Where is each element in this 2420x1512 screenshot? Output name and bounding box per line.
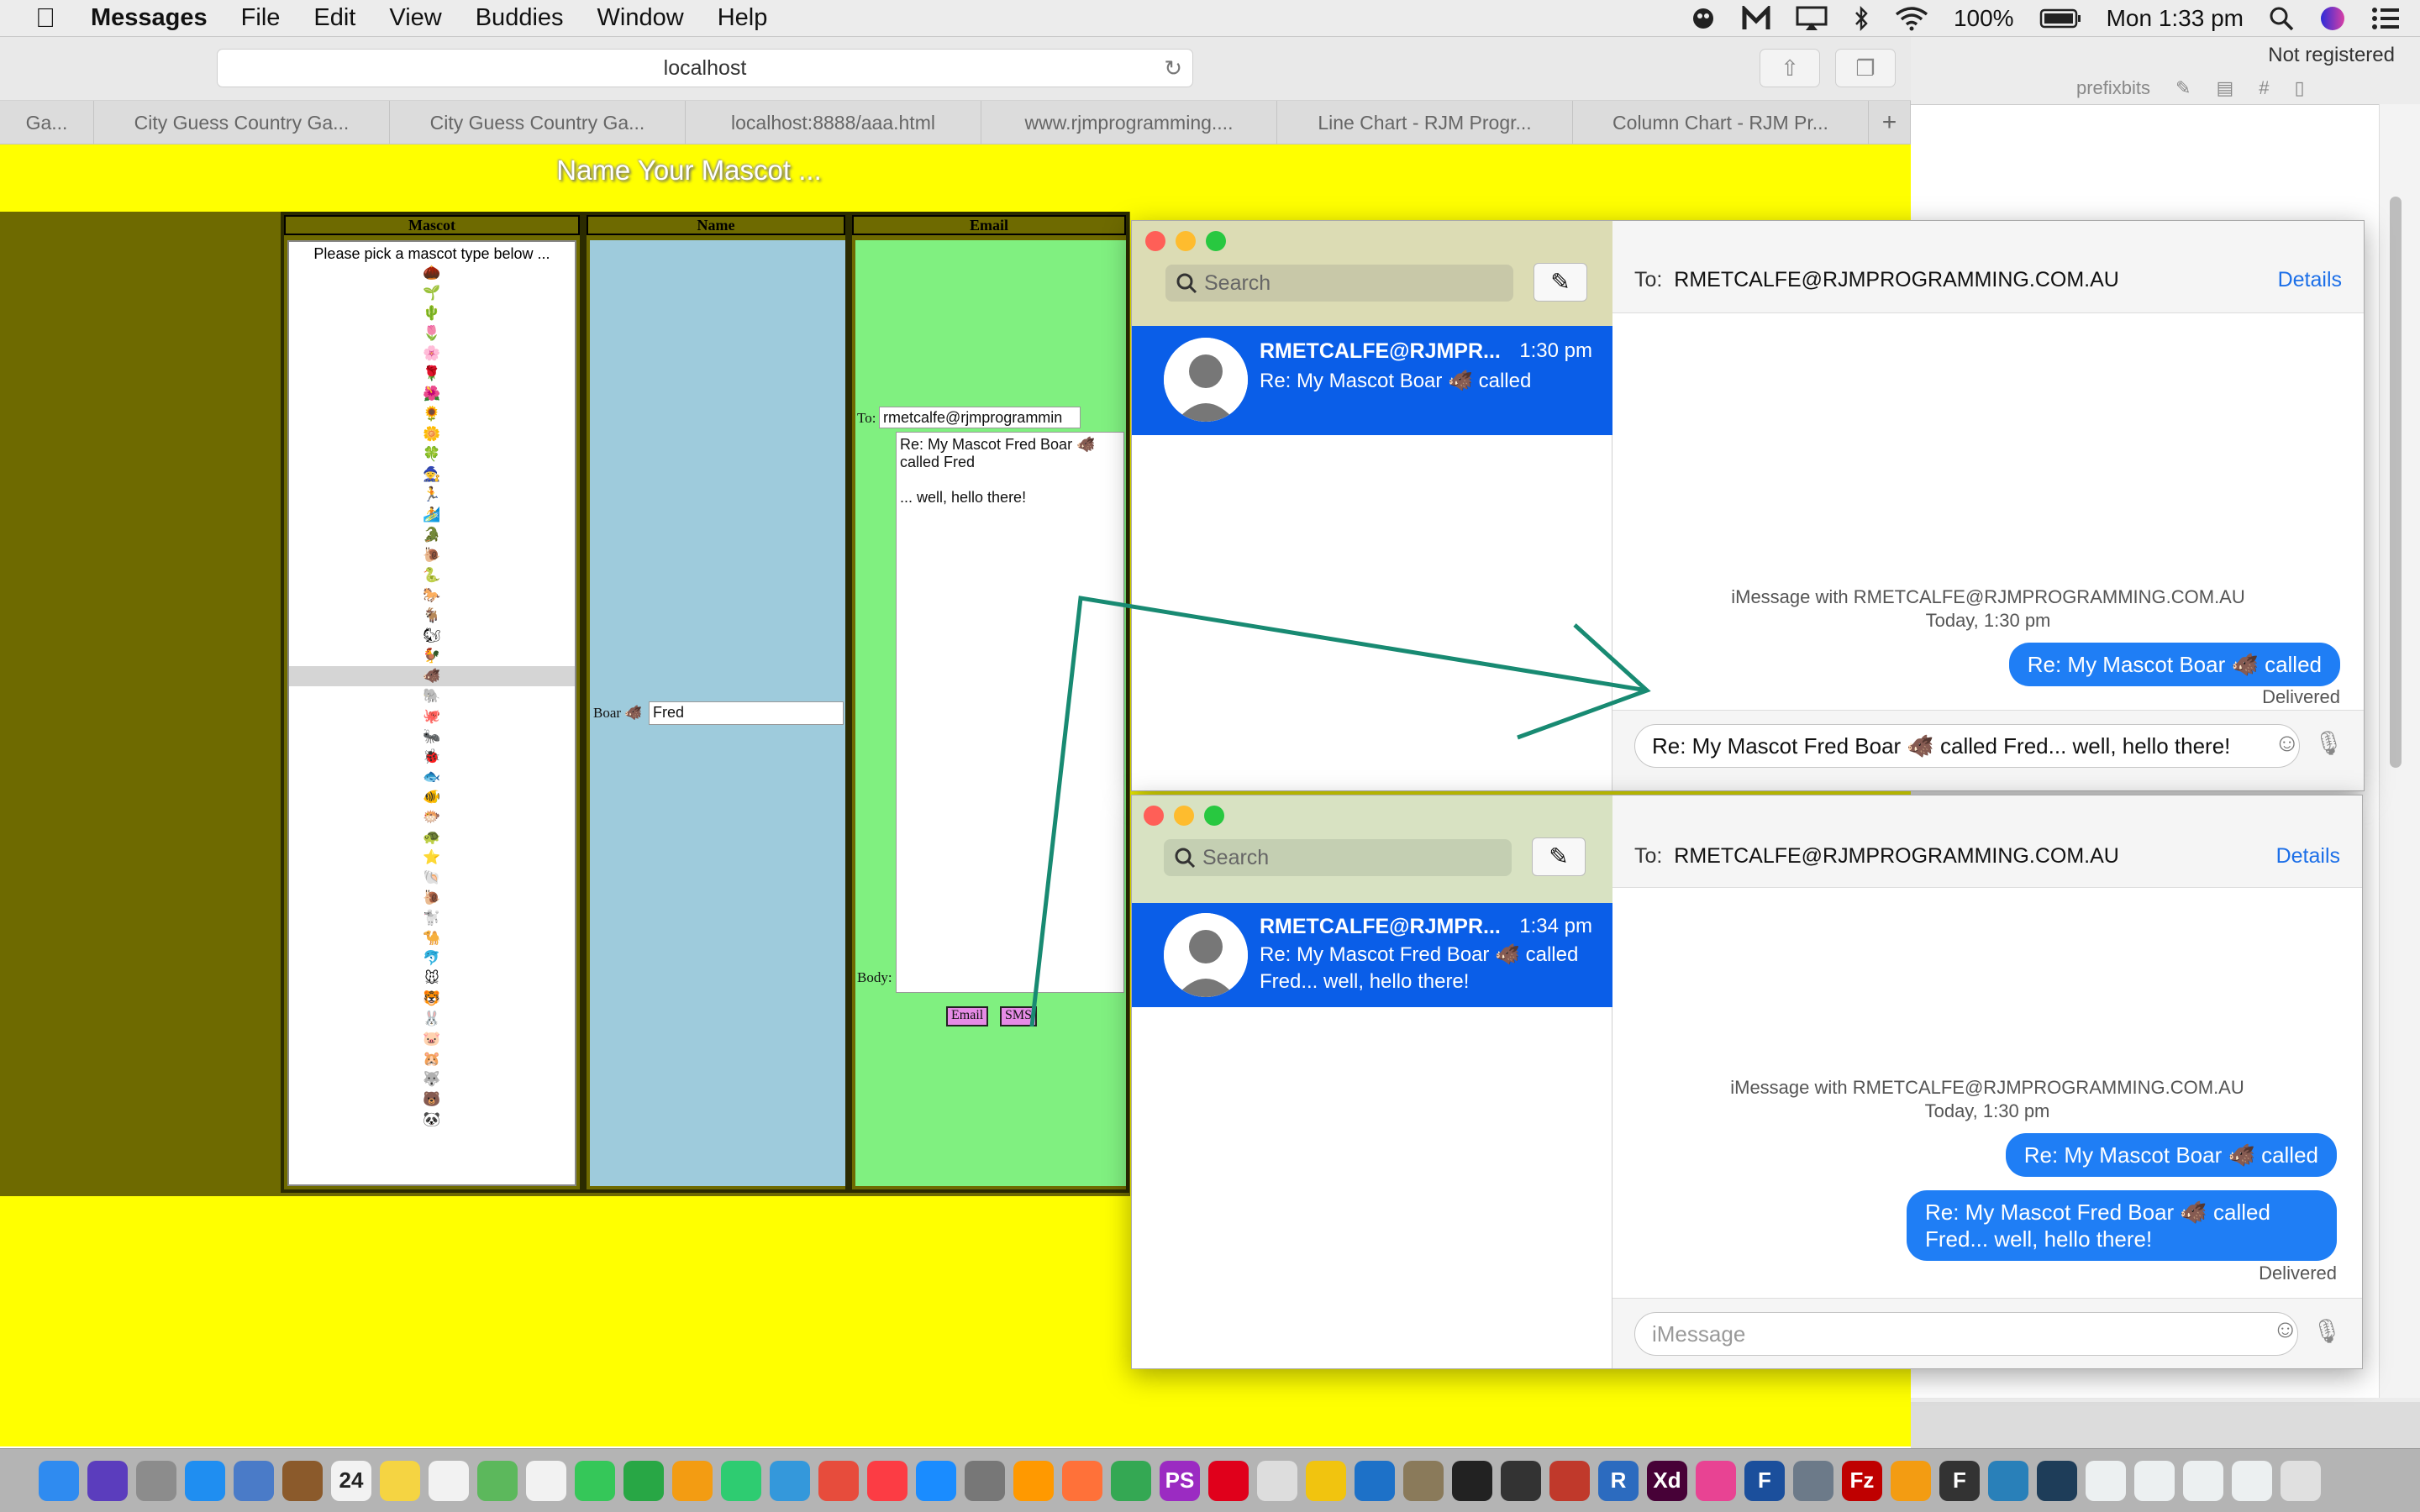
xcode-icon[interactable] — [1355, 1460, 1395, 1501]
folder-2-icon[interactable] — [2134, 1460, 2175, 1501]
book-icon[interactable] — [2037, 1460, 2077, 1501]
flash-icon[interactable]: F — [1744, 1460, 1785, 1501]
music-icon[interactable] — [867, 1460, 908, 1501]
safari-icon[interactable] — [185, 1460, 225, 1501]
inkscape-icon[interactable] — [1501, 1460, 1541, 1501]
system-preferences-icon[interactable] — [965, 1460, 1005, 1501]
launchpad-icon[interactable] — [136, 1460, 176, 1501]
notes-icon[interactable] — [380, 1460, 420, 1501]
filezilla-icon[interactable]: Fz — [1842, 1460, 1882, 1501]
reminders-icon[interactable] — [429, 1460, 469, 1501]
preview-icon[interactable] — [234, 1460, 274, 1501]
facetime-icon[interactable] — [623, 1460, 664, 1501]
server-icon[interactable] — [1793, 1460, 1833, 1501]
numbers-icon[interactable] — [721, 1460, 761, 1501]
folder-1-icon[interactable] — [2086, 1460, 2126, 1501]
finder-icon[interactable] — [39, 1460, 79, 1501]
terminal-icon[interactable] — [1452, 1460, 1492, 1501]
firefox-icon[interactable] — [1062, 1460, 1102, 1501]
quicktime-icon[interactable] — [1988, 1460, 2028, 1501]
font-app-icon[interactable]: F — [1939, 1460, 1980, 1501]
phpstorm-icon[interactable]: PS — [1160, 1460, 1200, 1501]
gimp-icon[interactable] — [1403, 1460, 1444, 1501]
folder-3-icon[interactable] — [2183, 1460, 2223, 1501]
keynote-icon[interactable] — [770, 1460, 810, 1501]
maps-icon[interactable] — [477, 1460, 518, 1501]
opera-icon[interactable] — [1208, 1460, 1249, 1501]
photos-icon[interactable] — [526, 1460, 566, 1501]
color-app-icon[interactable] — [1696, 1460, 1736, 1501]
notebook-icon[interactable] — [282, 1460, 323, 1501]
calendar-icon[interactable]: 24 — [331, 1460, 371, 1501]
adobe-xd-icon[interactable]: Xd — [1647, 1460, 1687, 1501]
news-icon[interactable] — [818, 1460, 859, 1501]
pages-icon[interactable] — [672, 1460, 713, 1501]
chrome-icon[interactable] — [1111, 1460, 1151, 1501]
sequel-icon[interactable] — [1257, 1460, 1297, 1501]
r-app-icon[interactable]: R — [1598, 1460, 1639, 1501]
siri-icon[interactable] — [87, 1460, 128, 1501]
dock: 24 PS R Xd F Fz F — [0, 1448, 2420, 1512]
messages-icon[interactable] — [575, 1460, 615, 1501]
app-store-icon[interactable] — [916, 1460, 956, 1501]
amazon-icon[interactable] — [1013, 1460, 1054, 1501]
trash-icon[interactable] — [2281, 1460, 2321, 1501]
cyberduck-icon[interactable] — [1306, 1460, 1346, 1501]
annotation-arrow — [1029, 596, 1651, 1027]
photo-booth-icon[interactable] — [1549, 1460, 1590, 1501]
folder-4-icon[interactable] — [2232, 1460, 2272, 1501]
audacity-icon[interactable] — [1891, 1460, 1931, 1501]
